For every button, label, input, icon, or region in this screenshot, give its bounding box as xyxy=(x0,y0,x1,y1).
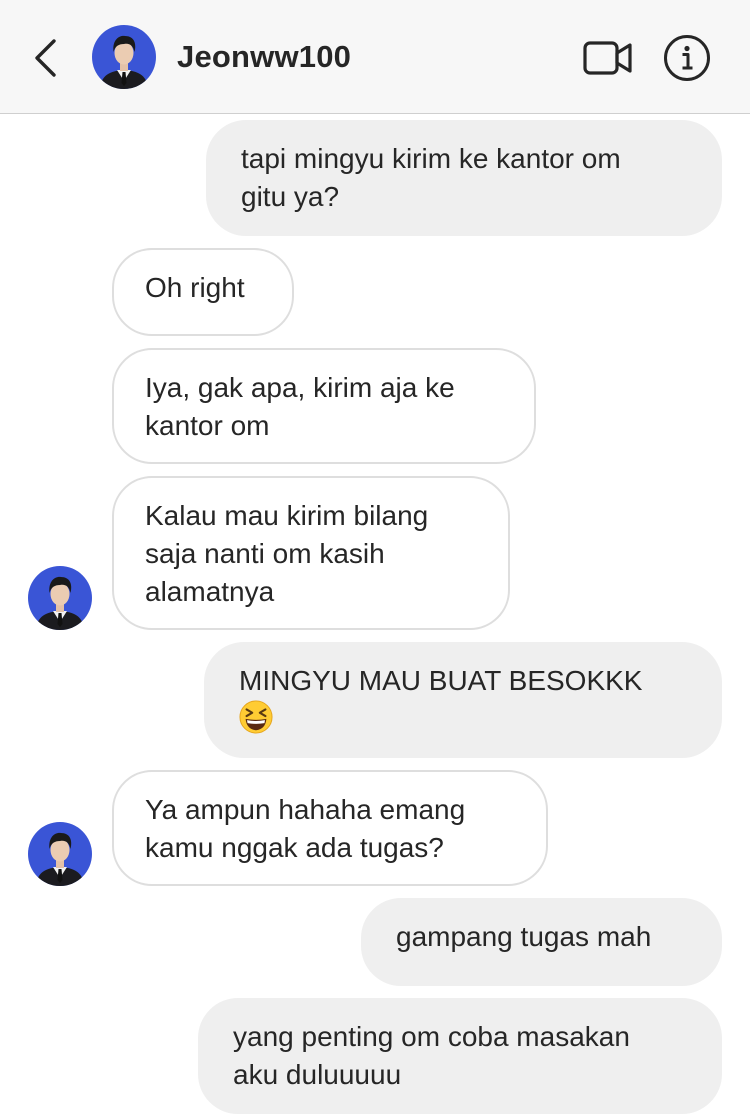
message-text: aku duluuuuu xyxy=(233,1059,402,1090)
message-text: gitu ya? xyxy=(241,181,340,212)
chevron-left-icon xyxy=(35,39,56,77)
message-text: alamatnya xyxy=(145,576,275,607)
message-thread[interactable]: tapi mingyu kirim ke kantor om gitu ya? … xyxy=(0,114,750,1119)
message-bubble-incoming[interactable]: Kalau mau kirim bilang saja nanti om kas… xyxy=(112,476,510,630)
message-bubble-incoming[interactable]: Ya ampun hahaha emang kamu nggak ada tug… xyxy=(112,770,548,886)
message-bubble-incoming[interactable]: Oh right xyxy=(112,248,294,336)
message-bubble-outgoing[interactable]: gampang tugas mah xyxy=(361,898,722,986)
message-bubble-incoming[interactable]: Iya, gak apa, kirim aja ke kantor om xyxy=(112,348,536,464)
message-text: kamu nggak ada tugas? xyxy=(145,832,444,863)
message-bubble-outgoing[interactable]: MINGYU MAU BUAT BESOKKK xyxy=(204,642,722,758)
message-text: Kalau mau kirim bilang xyxy=(145,500,429,531)
message-text: Iya, gak apa, kirim aja ke xyxy=(145,372,455,403)
message-text-line xyxy=(239,700,687,740)
video-call-button[interactable] xyxy=(582,36,634,80)
avatar[interactable] xyxy=(28,566,92,630)
message-text: gampang tugas mah xyxy=(396,921,652,952)
info-icon xyxy=(664,35,710,81)
message-text: Oh right xyxy=(145,272,245,303)
message-bubble-outgoing[interactable]: yang penting om coba masakan aku duluuuu… xyxy=(198,998,722,1114)
message-text: saja nanti om kasih xyxy=(145,538,385,569)
message-bubble-outgoing[interactable]: tapi mingyu kirim ke kantor om gitu ya? xyxy=(206,120,722,236)
back-button[interactable] xyxy=(30,38,60,78)
video-call-icon xyxy=(583,41,632,75)
message-text: tapi mingyu kirim ke kantor om xyxy=(241,143,621,174)
message-text: yang penting om coba masakan xyxy=(233,1021,630,1052)
avatar[interactable] xyxy=(28,822,92,886)
message-text: Ya ampun hahaha emang xyxy=(145,794,466,825)
grinning-squinting-face-emoji xyxy=(239,700,273,734)
avatar[interactable] xyxy=(92,25,156,89)
chat-header: Jeonww100 xyxy=(0,0,750,114)
contact-name[interactable]: Jeonww100 xyxy=(177,37,351,77)
info-button[interactable] xyxy=(663,34,711,82)
message-text: MINGYU MAU BUAT BESOKKK xyxy=(239,665,643,696)
message-text: kantor om xyxy=(145,410,270,441)
